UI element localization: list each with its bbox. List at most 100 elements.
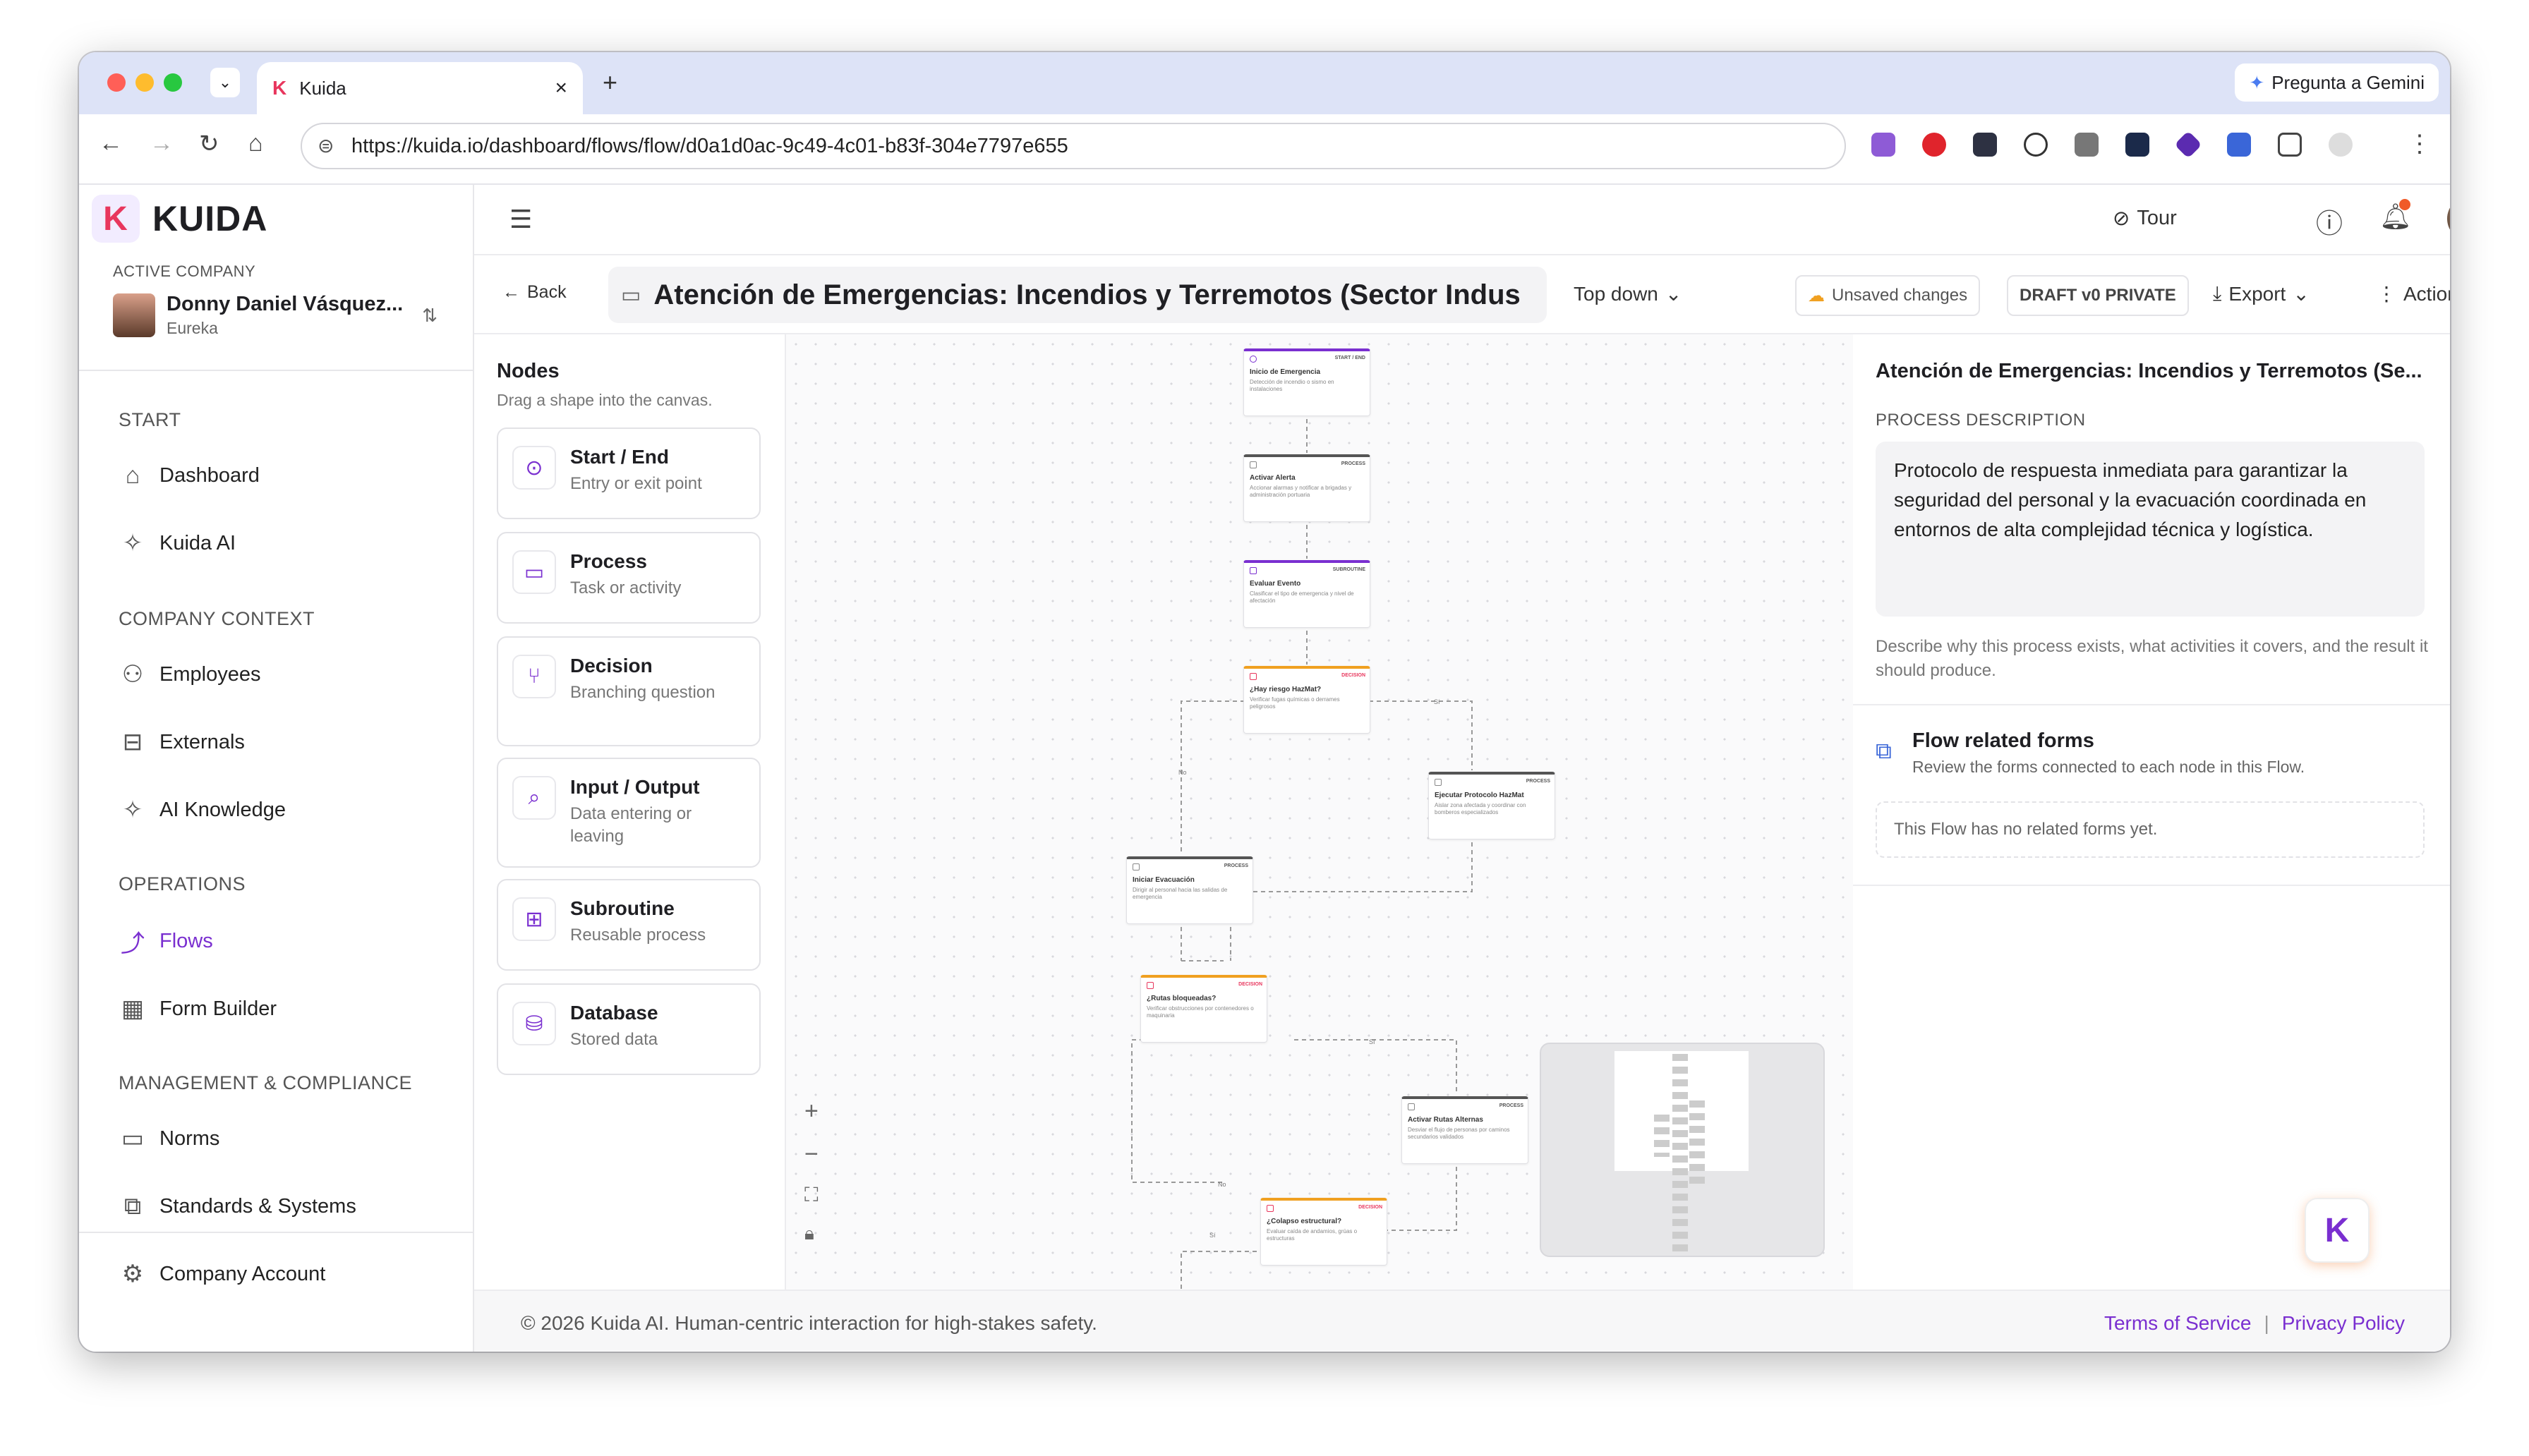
company-account-link[interactable]: ⚙ Company Account xyxy=(117,1258,326,1290)
back-button[interactable]: ← Back xyxy=(502,282,567,303)
cloud-icon: ☁ xyxy=(1808,286,1825,305)
extension-camera-icon[interactable] xyxy=(2227,133,2251,157)
extension-diamond-icon[interactable] xyxy=(2174,131,2202,159)
kuida-assistant-button[interactable]: K xyxy=(2305,1198,2370,1263)
node-database[interactable]: ⛁ Database Stored data xyxy=(497,983,761,1075)
sidebar-item-externals[interactable]: ⊟ Externals xyxy=(117,727,245,758)
unsaved-badge: ☁ Unsaved changes xyxy=(1795,275,1981,316)
node-subroutine[interactable]: ⊞ Subroutine Reusable process xyxy=(497,879,761,971)
close-tab-icon[interactable]: × xyxy=(555,76,567,100)
flow-node[interactable]: PROCESS Iniciar Evacuación Dirigir al pers… xyxy=(1126,856,1253,924)
profile-badge-icon[interactable] xyxy=(2329,133,2353,157)
sidebar-item-standards[interactable]: ⧉ Standards & Systems xyxy=(117,1191,356,1222)
sidebar: K KUIDA ACTIVE COMPANY Donny Daniel Vásq… xyxy=(79,185,474,1352)
extension-puzzle-icon[interactable] xyxy=(2278,133,2302,157)
browser-window: ⌄ K Kuida × + ✦ Pregunta a Gemini ← → ↻ … xyxy=(79,52,2450,1352)
flow-node[interactable]: DECISION ¿Colapso estructural? Evaluar caí… xyxy=(1260,1198,1387,1266)
fit-view-icon[interactable]: ⛶ xyxy=(804,1184,819,1207)
extension-openai-icon[interactable] xyxy=(2024,133,2048,157)
flow-node[interactable]: PROCESS Activar Alerta Accionar alarmas y … xyxy=(1243,454,1370,522)
extension-tool-icon[interactable] xyxy=(2075,133,2099,157)
sidebar-item-ai-knowledge[interactable]: ✧ AI Knowledge xyxy=(117,794,286,825)
sidebar-item-label: Employees xyxy=(159,662,261,686)
more-vertical-icon: ⋮ xyxy=(2377,283,2396,305)
flow-icon: ⤴ xyxy=(121,930,145,957)
tour-button[interactable]: ⊘ Tour xyxy=(2113,206,2177,231)
tab-search-icon[interactable]: ⌄ xyxy=(210,68,240,97)
flow-node[interactable]: PROCESS Activar Rutas Alternas Desviar el … xyxy=(1401,1096,1528,1164)
address-bar[interactable]: ⊜ https://kuida.io/dashboard/flows/flow/… xyxy=(301,123,1846,169)
privacy-link[interactable]: Privacy Policy xyxy=(2282,1312,2405,1335)
node-start-end[interactable]: ⊙ Start / End Entry or exit point xyxy=(497,427,761,519)
forms-subtitle: Review the forms connected to each node … xyxy=(1912,758,2305,776)
company-switcher[interactable]: Donny Daniel Vásquez... Eureka ⇅ xyxy=(113,291,437,340)
flow-node[interactable]: START / END Inicio de Emergencia Detección… xyxy=(1243,348,1370,416)
profile-avatar[interactable] xyxy=(2447,196,2450,241)
node-sub: Entry or exit point xyxy=(570,474,702,493)
node-title: ¿Colapso estructural? xyxy=(1267,1218,1342,1225)
edge-label-yes: Sí xyxy=(1434,698,1440,705)
terms-link[interactable]: Terms of Service xyxy=(2104,1312,2252,1335)
export-button[interactable]: ⤓ Export ⌄ xyxy=(2213,282,2310,305)
start-end-icon xyxy=(1250,356,1257,363)
sidebar-item-form-builder[interactable]: ▦ Form Builder xyxy=(117,993,277,1024)
new-tab-button[interactable]: + xyxy=(603,68,617,97)
lock-icon[interactable]: 🔒︎ xyxy=(804,1223,819,1245)
maximize-window-button[interactable] xyxy=(164,73,182,92)
actions-button[interactable]: ⋮Actions⌄ xyxy=(2377,282,2450,305)
node-input-output[interactable]: ⌕ Input / Output Data entering or leaving xyxy=(497,758,761,868)
flow-node[interactable]: DECISION ¿Rutas bloqueadas? Verificar obst… xyxy=(1140,975,1267,1043)
node-title: Inicio de Emergencia xyxy=(1250,368,1321,376)
node-desc: Verificar fugas químicas o derrames peli… xyxy=(1250,696,1340,710)
sidebar-item-employees[interactable]: ⚇ Employees xyxy=(117,659,261,690)
browser-tab[interactable]: K Kuida × xyxy=(257,62,583,114)
browser-menu-icon[interactable]: ⋮ xyxy=(2408,130,2432,158)
node-title: Activar Alerta xyxy=(1250,474,1296,482)
brand-logo[interactable]: K KUIDA xyxy=(92,195,267,243)
section-management: MANAGEMENT & COMPLIANCE xyxy=(119,1072,413,1093)
node-decision[interactable]: ⑂ Decision Branching question xyxy=(497,636,761,746)
compass-icon: ⊘ xyxy=(2113,207,2130,230)
flow-title: Atención de Emergencias: Incendios y Ter… xyxy=(653,279,1521,310)
extension-gear-icon[interactable] xyxy=(1871,133,1895,157)
back-arrow-icon[interactable]: ← xyxy=(99,130,123,157)
sidebar-item-flows[interactable]: ⤴ Flows xyxy=(117,926,213,957)
reload-icon[interactable]: ↻ xyxy=(199,130,219,158)
node-process[interactable]: ▭ Process Task or activity xyxy=(497,532,761,624)
description-label: PROCESS DESCRIPTION xyxy=(1876,411,2086,430)
sidebar-item-label: Norms xyxy=(159,1127,220,1150)
top-bar: ☰ ⊘ Tour ⓘ 🔔︎ xyxy=(474,185,2450,255)
gemini-button[interactable]: ✦ Pregunta a Gemini xyxy=(2235,63,2439,102)
extension-grid-icon[interactable] xyxy=(1973,133,1997,157)
url-text: https://kuida.io/dashboard/flows/flow/d0… xyxy=(351,134,1068,157)
node-tag: PROCESS xyxy=(1224,863,1248,868)
extension-react-icon[interactable] xyxy=(2125,133,2149,157)
flow-node[interactable]: DECISION ¿Hay riesgo HazMat? Verificar fug… xyxy=(1243,666,1370,734)
help-icon[interactable]: ⓘ xyxy=(2316,202,2343,241)
main: ☰ ⊘ Tour ⓘ 🔔︎ ← Back ▭ Atención de Emergen… xyxy=(474,185,2450,1352)
sparkle-icon: ✧ xyxy=(122,530,143,557)
sidebar-item-kuida-ai[interactable]: ✧ Kuida AI xyxy=(117,528,236,559)
flow-node[interactable]: PROCESS Ejecutar Protocolo HazMat Aislar z… xyxy=(1428,772,1555,839)
flow-title-field[interactable]: ▭ Atención de Emergencias: Incendios y T… xyxy=(608,267,1547,323)
divider xyxy=(1853,704,2450,705)
extension-opera-icon[interactable] xyxy=(1922,133,1946,157)
minimize-window-button[interactable] xyxy=(135,73,154,92)
zoom-controls: + − ⛶ 🔒︎ xyxy=(804,1098,819,1245)
menu-toggle-icon[interactable]: ☰ xyxy=(509,205,532,234)
zoom-in-icon[interactable]: + xyxy=(804,1098,819,1125)
site-info-icon[interactable]: ⊜ xyxy=(318,134,334,157)
home-icon[interactable]: ⌂ xyxy=(248,130,263,157)
process-icon xyxy=(1435,779,1442,786)
layout-select[interactable]: Top down ⌄ xyxy=(1574,282,1682,305)
minimap[interactable] xyxy=(1540,1043,1825,1257)
flow-canvas[interactable]: No Sí Sí No Sí START / END Inicio de Emer… xyxy=(786,334,1853,1290)
sidebar-item-norms[interactable]: ▭ Norms xyxy=(117,1123,219,1154)
description-textarea[interactable]: Protocolo de respuesta inmediata para ga… xyxy=(1876,442,2425,617)
zoom-out-icon[interactable]: − xyxy=(804,1141,819,1168)
forward-arrow-icon[interactable]: → xyxy=(150,130,174,157)
flow-node[interactable]: SUBROUTINE Evaluar Evento Clasificar el ti… xyxy=(1243,560,1370,628)
sidebar-item-dashboard[interactable]: ⌂ Dashboard xyxy=(117,460,260,491)
close-window-button[interactable] xyxy=(107,73,126,92)
divider xyxy=(79,370,473,371)
